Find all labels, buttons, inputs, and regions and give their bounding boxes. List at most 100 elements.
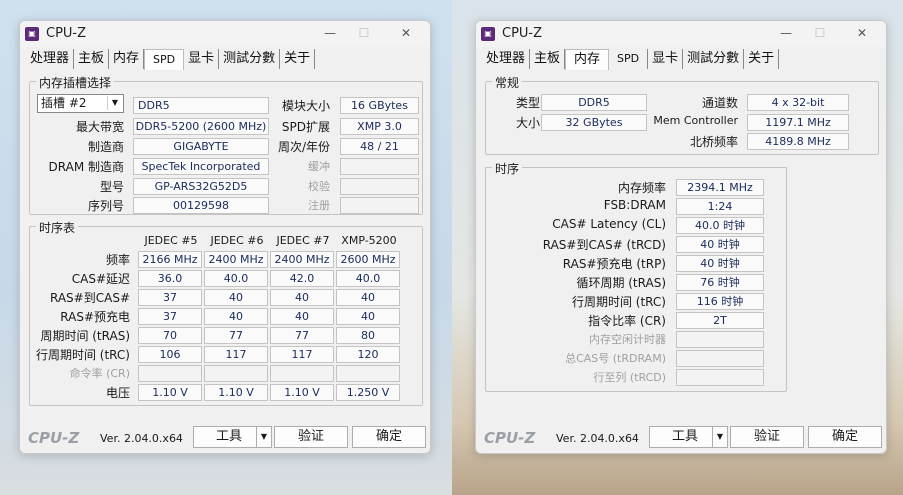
cell: 40 xyxy=(336,289,400,306)
slot-select[interactable]: 插槽 #2 ▼ xyxy=(37,94,124,113)
group-title: 时序表 xyxy=(36,219,79,236)
tab-graphics[interactable]: 显卡 xyxy=(184,49,220,69)
row-label: 频率 xyxy=(105,253,130,267)
tab-spd[interactable]: SPD xyxy=(144,49,185,70)
footer-bar: CPU-Z Ver. 2.04.0.x64 工具 ▼ 验证 确定 xyxy=(476,423,886,453)
general-group: 常规 类型 DDR5 通道数 4 x 32-bit 大小 32 GBytes M… xyxy=(485,74,879,155)
cell: 40 xyxy=(270,308,334,325)
tab-cpu[interactable]: 处理器 xyxy=(26,49,75,69)
minimize-icon[interactable]: — xyxy=(316,24,344,42)
version-label: Ver. 2.04.0.x64 xyxy=(556,432,639,445)
cpuz-window-spd: ▣ CPU-Z — ☐ ✕ 处理器 主板 内存 SPD 显卡 测試分數 关于 内… xyxy=(19,20,431,454)
title-bar: ▣ CPU-Z — ☐ ✕ xyxy=(476,21,886,47)
cell: 40 xyxy=(336,308,400,325)
tab-mainboard[interactable]: 主板 xyxy=(530,49,566,69)
timing-label: 内存频率 xyxy=(617,181,666,195)
timing-label: FSB:DRAM xyxy=(603,198,666,212)
minimize-icon[interactable]: — xyxy=(772,24,800,42)
channels-label: 通道数 xyxy=(701,96,738,110)
maximize-icon[interactable]: ☐ xyxy=(806,24,834,42)
group-title: 内存插槽选择 xyxy=(36,74,115,91)
cell xyxy=(204,365,268,382)
chevron-down-icon[interactable]: ▼ xyxy=(107,96,122,110)
close-icon[interactable]: ✕ xyxy=(392,24,420,42)
validate-button[interactable]: 验证 xyxy=(274,426,348,448)
cell: 40.0 xyxy=(336,270,400,287)
cell: 40 xyxy=(270,289,334,306)
cell xyxy=(138,365,202,382)
timing-label: 行至列 (tRCD) xyxy=(593,371,666,384)
tools-button[interactable]: 工具 xyxy=(649,426,721,448)
cell: 117 xyxy=(204,346,268,363)
serial-value: 00129598 xyxy=(133,197,269,214)
timing-value: 1:24 xyxy=(676,198,764,215)
type-value: DDR5 xyxy=(541,94,647,111)
column-header: XMP-5200 xyxy=(341,234,397,247)
tab-bar: 处理器 主板 内存 SPD 显卡 测試分數 关于 xyxy=(482,49,780,70)
row-label: 电压 xyxy=(105,386,130,400)
mem-controller-value: 1197.1 MHz xyxy=(747,114,849,131)
chevron-down-icon[interactable]: ▼ xyxy=(712,426,728,448)
timing-label: RAS#预充电 (tRP) xyxy=(562,257,666,271)
timing-label: 内存空闲计时器 xyxy=(589,333,666,346)
tab-cpu[interactable]: 处理器 xyxy=(482,49,531,69)
cell: 2400 MHz xyxy=(270,251,334,268)
dram-manufacturer-label: DRAM 制造商 xyxy=(48,160,124,174)
timing-value: 40 时钟 xyxy=(676,236,764,253)
timing-label: 循环周期 (tRAS) xyxy=(576,276,666,290)
week-year-value: 48 / 21 xyxy=(340,138,419,155)
tab-about[interactable]: 关于 xyxy=(280,49,316,69)
part-number-value: GP-ARS32G52D5 xyxy=(133,178,269,195)
tab-bench[interactable]: 测試分數 xyxy=(683,49,745,69)
row-label: CAS#延迟 xyxy=(71,272,130,286)
title-bar: ▣ CPU-Z — ☐ ✕ xyxy=(20,21,430,47)
mem-controller-label: Mem Controller xyxy=(653,114,738,127)
timing-value: 40 时钟 xyxy=(676,255,764,272)
version-label: Ver. 2.04.0.x64 xyxy=(100,432,183,445)
ok-button[interactable]: 确定 xyxy=(352,426,426,448)
timing-value xyxy=(676,369,764,386)
timings-group: 时序 内存频率 2394.1 MHz FSB:DRAM 1:24 CAS# La… xyxy=(485,160,787,392)
cell: 2600 MHz xyxy=(336,251,400,268)
tab-memory[interactable]: 内存 xyxy=(565,49,610,70)
cell: 117 xyxy=(270,346,334,363)
tab-bench[interactable]: 测試分數 xyxy=(219,49,281,69)
row-label: RAS#到CAS# xyxy=(50,291,130,305)
tab-about[interactable]: 关于 xyxy=(744,49,780,69)
size-label: 大小 xyxy=(515,116,540,130)
cell: 2166 MHz xyxy=(138,251,202,268)
nb-frequency-value: 4189.8 MHz xyxy=(747,133,849,150)
tools-button[interactable]: 工具 xyxy=(193,426,265,448)
spd-ext-value: XMP 3.0 xyxy=(340,118,419,135)
cell xyxy=(270,365,334,382)
maximize-icon[interactable]: ☐ xyxy=(350,24,378,42)
cell: 77 xyxy=(270,327,334,344)
close-icon[interactable]: ✕ xyxy=(848,24,876,42)
chevron-down-icon[interactable]: ▼ xyxy=(256,426,272,448)
tab-memory[interactable]: 内存 xyxy=(109,49,145,69)
timing-label: 行周期时间 (tRC) xyxy=(571,295,666,309)
ok-button[interactable]: 确定 xyxy=(808,426,882,448)
tab-mainboard[interactable]: 主板 xyxy=(74,49,110,69)
max-bandwidth-value: DDR5-5200 (2600 MHz) xyxy=(133,118,269,135)
tab-graphics[interactable]: 显卡 xyxy=(648,49,684,69)
max-bandwidth-label: 最大带宽 xyxy=(75,120,124,134)
column-header: JEDEC #5 xyxy=(144,234,198,247)
correction-label: 校验 xyxy=(308,180,330,193)
cell: 106 xyxy=(138,346,202,363)
row-label: 周期时间 (tRAS) xyxy=(40,329,130,343)
row-label: 行周期时间 (tRC) xyxy=(35,348,130,362)
column-header: JEDEC #6 xyxy=(210,234,264,247)
cpuz-app-icon: ▣ xyxy=(481,27,495,41)
validate-button[interactable]: 验证 xyxy=(730,426,804,448)
timing-value: 116 时钟 xyxy=(676,293,764,310)
cell: 40 xyxy=(204,289,268,306)
timing-value xyxy=(676,331,764,348)
footer-bar: CPU-Z Ver. 2.04.0.x64 工具 ▼ 验证 确定 xyxy=(20,423,430,453)
cell: 40.0 xyxy=(204,270,268,287)
slot-selection-group: 内存插槽选择 插槽 #2 ▼ DDR5 模块大小 16 GBytes 最大带宽 … xyxy=(29,74,423,215)
manufacturer-value: GIGABYTE xyxy=(133,138,269,155)
cell: 2400 MHz xyxy=(204,251,268,268)
tab-spd[interactable]: SPD xyxy=(609,49,649,69)
type-label: 类型 xyxy=(515,96,540,110)
